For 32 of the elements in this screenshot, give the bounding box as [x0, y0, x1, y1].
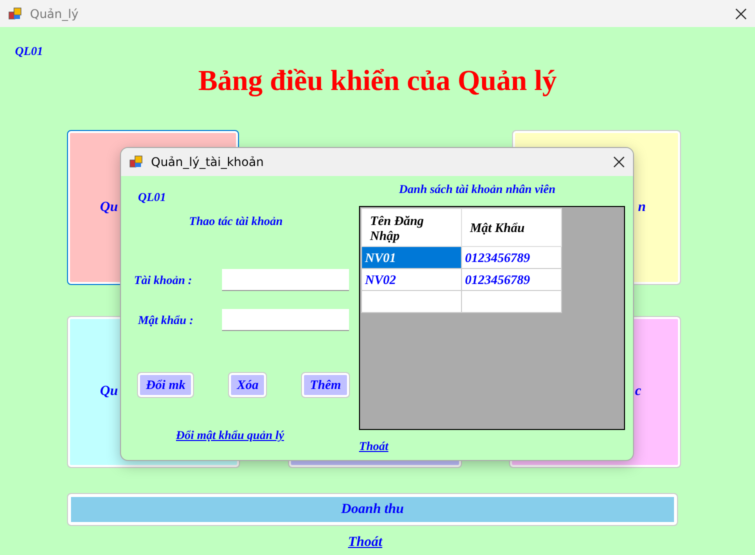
column-header: Tên Đăng Nhập [362, 208, 462, 246]
user-code: QL01 [138, 190, 166, 204]
change-password-link[interactable]: Đổi mật khẩu quản lý [176, 428, 284, 442]
close-icon[interactable] [613, 156, 625, 168]
user-code: QL01 [15, 44, 43, 58]
close-icon[interactable] [735, 8, 747, 20]
exit-link[interactable]: Thoát [348, 535, 382, 550]
exit-link[interactable]: Thoát [359, 439, 388, 453]
window-title: Quản_lý [30, 6, 80, 20]
input-field[interactable] [222, 269, 349, 291]
action-button[interactable]: Thêm [302, 373, 349, 397]
input-field[interactable] [222, 309, 349, 331]
app-icon [8, 6, 22, 20]
tile-label: Qu [100, 200, 118, 216]
dialog-title: Quản_lý_tài_khoản [151, 155, 265, 169]
table-cell[interactable]: 0123456789 [462, 268, 562, 290]
tile-label: n [638, 200, 646, 216]
table-cell[interactable]: NV02 [362, 268, 462, 290]
field-label: Tài khoản : [134, 272, 192, 288]
new-row[interactable] [362, 290, 562, 312]
table-cell[interactable]: NV01 [362, 246, 462, 268]
dashboard-heading: Bảng điều khiển của Quản lý [197, 65, 558, 99]
app-icon [129, 155, 143, 169]
tile-label: Qu [100, 384, 118, 400]
list-title: Danh sách tài khoản nhân viên [399, 182, 556, 196]
revenue-button[interactable]: Doanh thu [68, 494, 677, 525]
field-label: Mật khẩu : [138, 312, 194, 328]
table-cell[interactable]: 0123456789 [462, 246, 562, 268]
tile-label: c [635, 384, 642, 400]
section-title: Thao tác tài khoản [189, 214, 283, 228]
action-button[interactable]: Xóa [228, 373, 266, 397]
action-button[interactable]: Đổi mk [138, 373, 194, 397]
